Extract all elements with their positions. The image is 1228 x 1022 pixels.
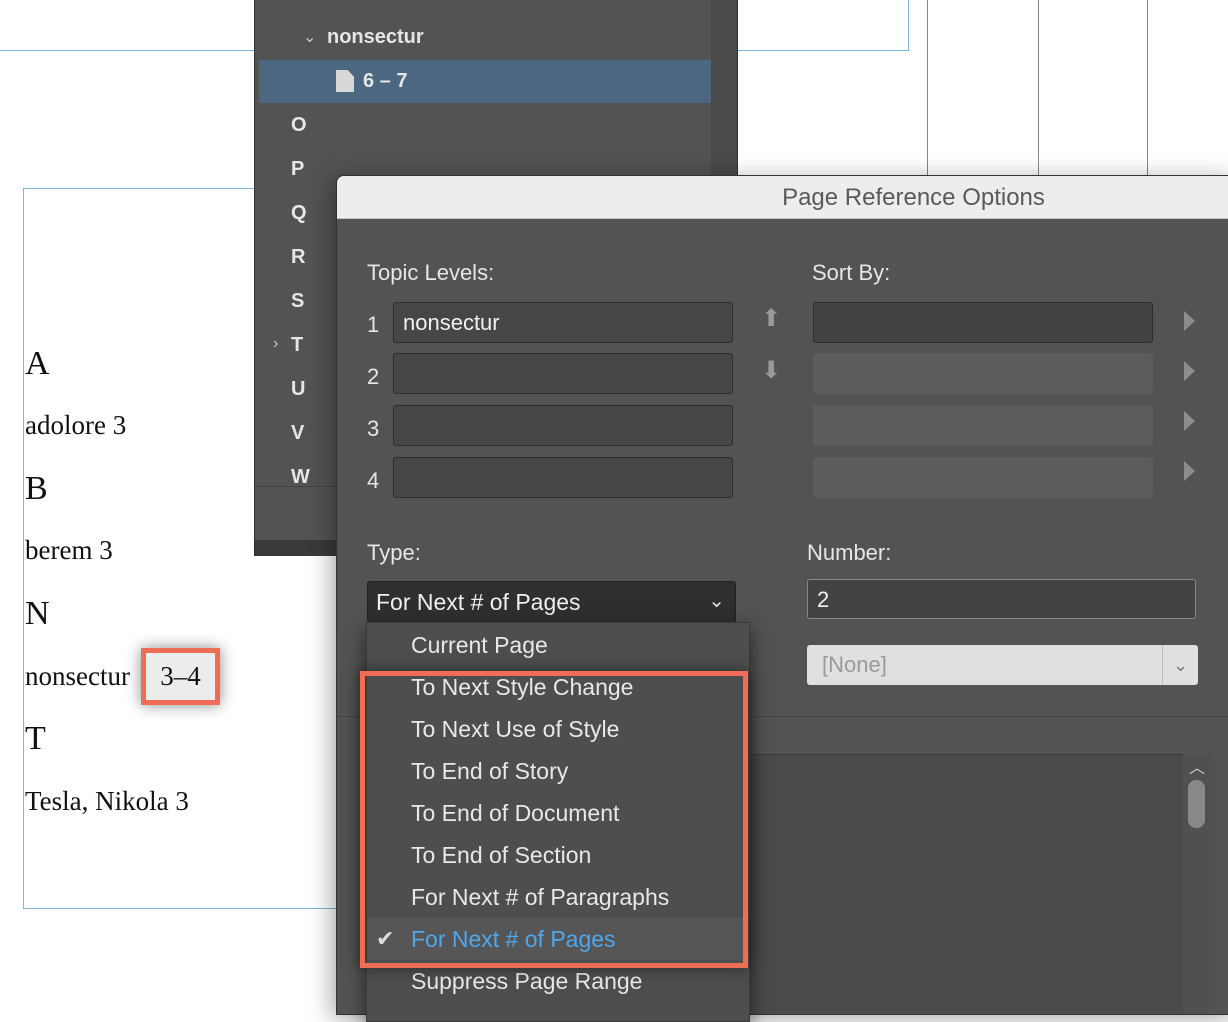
menu-item-current-page[interactable]: Current Page (367, 624, 749, 666)
tree-letter-o[interactable]: O (291, 114, 307, 137)
sort-by-field-1[interactable] (813, 302, 1153, 343)
number-label: Number: (807, 540, 892, 565)
menu-highlight-box (360, 671, 748, 968)
list-scrollbar[interactable]: ︿ (1183, 754, 1209, 1014)
triangle-right-icon[interactable] (1184, 461, 1195, 481)
sort-by-field-3[interactable] (813, 405, 1153, 446)
tree-reference-selected[interactable] (259, 60, 711, 103)
column-guide (927, 0, 928, 180)
tree-letter-p[interactable]: P (291, 158, 304, 181)
tree-topic[interactable]: nonsectur (327, 26, 424, 49)
tree-letter-s[interactable]: S (291, 290, 304, 313)
topic-level-1-field[interactable]: nonsectur (393, 302, 733, 343)
chevron-down-icon: ⌄ (708, 590, 725, 612)
tree-letter[interactable]: N (293, 0, 305, 4)
tree-letter-v[interactable]: V (291, 422, 304, 445)
topic-level-3-field[interactable] (393, 405, 733, 446)
index-entry: adolore 3 (25, 410, 127, 440)
arrow-up-icon[interactable]: ⬆ (761, 304, 781, 333)
index-letter-heading: N (25, 595, 50, 632)
tree-letter-r[interactable]: R (291, 246, 305, 269)
page-edge-line (1038, 0, 1039, 180)
chevron-up-icon[interactable]: ︿ (1189, 754, 1205, 778)
index-entry: Tesla, Nikola 3 (25, 786, 189, 816)
dialog-title: Page Reference Options (337, 176, 1228, 219)
chevron-down-icon[interactable]: ⌄ (303, 27, 316, 47)
tree-letter-q[interactable]: Q (291, 202, 307, 225)
style-select[interactable]: [None] (807, 645, 1198, 685)
sort-by-field-4[interactable] (813, 457, 1153, 498)
tree-letter-u[interactable]: U (291, 378, 305, 401)
column-guide (1147, 0, 1148, 180)
scroll-thumb[interactable] (1188, 780, 1205, 828)
topic-level-2-field[interactable] (393, 353, 733, 394)
type-select[interactable]: For Next # of Pages ⌄ (367, 581, 736, 623)
sort-by-field-2[interactable] (813, 353, 1153, 394)
chevron-right-icon[interactable]: › (273, 335, 278, 353)
references-list (737, 754, 1209, 1014)
tree-letter-t[interactable]: T (291, 334, 303, 357)
index-entry: nonsectur (25, 661, 130, 691)
tree-reference[interactable]: 6 – 7 (363, 70, 407, 93)
level-number: 3 (367, 416, 380, 441)
triangle-right-icon[interactable] (1184, 311, 1195, 331)
topic-levels-label: Topic Levels: (367, 260, 495, 285)
index-letter-heading: B (25, 470, 48, 507)
topic-level-4-field[interactable] (393, 457, 733, 498)
index-letter-heading: T (25, 720, 46, 757)
triangle-right-icon[interactable] (1184, 411, 1195, 431)
chevron-down-icon[interactable]: ⌄ (1162, 645, 1198, 685)
number-field[interactable]: 2 (807, 579, 1196, 619)
type-select-value: For Next # of Pages (376, 589, 581, 615)
sort-by-label: Sort By: (812, 260, 891, 285)
arrow-down-icon[interactable]: ⬇ (761, 356, 781, 385)
triangle-right-icon[interactable] (1184, 361, 1195, 381)
highlighted-page-reference: 3–4 (141, 648, 220, 705)
level-number: 2 (367, 364, 380, 389)
level-number: 4 (367, 468, 380, 493)
index-letter-heading: A (25, 345, 50, 382)
index-entry: berem 3 (25, 535, 113, 565)
type-label: Type: (367, 540, 421, 565)
level-number: 1 (367, 312, 380, 337)
